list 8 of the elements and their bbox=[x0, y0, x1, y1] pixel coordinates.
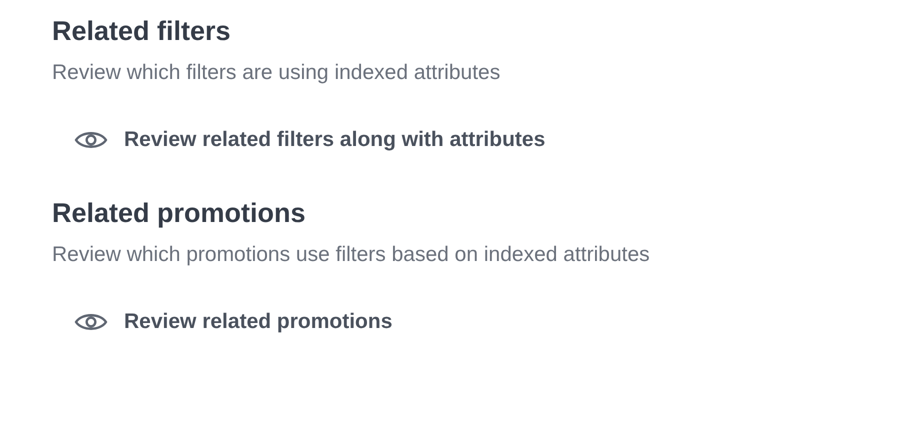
section-description: Review which filters are using indexed attributes bbox=[52, 60, 502, 86]
review-link[interactable]: Review related filters along with attributes bbox=[74, 124, 546, 156]
eye-icon bbox=[74, 311, 108, 333]
section-description: Review which promotions use filters based on indexed attributes bbox=[52, 242, 651, 268]
section-title: Related filters bbox=[52, 15, 232, 48]
section-title: Related promotions bbox=[52, 197, 307, 230]
eye-icon bbox=[74, 129, 108, 151]
review-link[interactable]: Review related promotions bbox=[74, 306, 392, 338]
